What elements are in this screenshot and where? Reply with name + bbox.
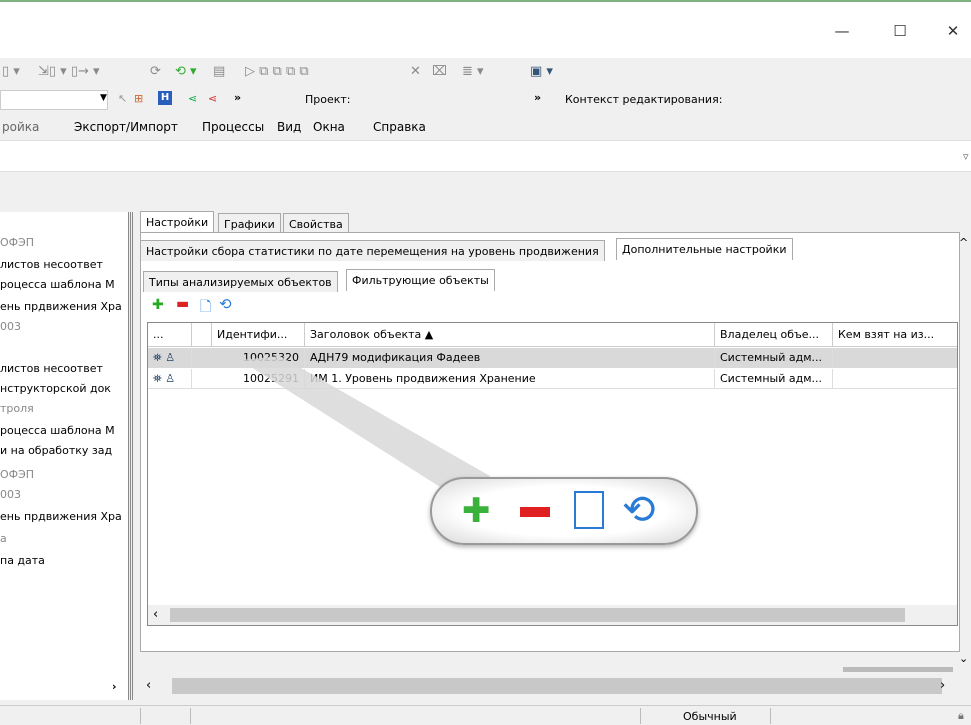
remove-icon-large <box>520 507 550 517</box>
scroll-right-arrow[interactable]: › <box>112 680 117 693</box>
more-icon[interactable]: » <box>234 91 241 104</box>
scroll-up-arrow[interactable]: ^ <box>959 236 968 249</box>
remove-icon[interactable]: ▬ <box>176 296 189 312</box>
title-bar <box>0 0 971 60</box>
sync-icon[interactable]: ⟲ ▾ <box>175 64 197 80</box>
form-icon[interactable]: ▤ <box>213 64 225 80</box>
menu-view[interactable]: Вид <box>277 120 301 134</box>
tree-item[interactable]: роцесса шаблона М <box>0 278 115 291</box>
panel-splitter[interactable] <box>128 212 134 700</box>
tree-item[interactable]: троля <box>0 402 34 415</box>
more-icon-2[interactable]: » <box>534 91 541 104</box>
combo-box[interactable] <box>0 90 108 110</box>
refresh-icon-large: ⟲ <box>622 487 656 533</box>
column-header-checked-out[interactable]: Кем взят на из... <box>833 323 957 347</box>
link-icon[interactable]: ⋖ <box>188 92 197 105</box>
maximize-button[interactable]: ☐ <box>890 22 910 40</box>
toolbar-icon-a[interactable]: ▯ ▾ <box>2 64 20 80</box>
refresh-icon[interactable]: ⟳ <box>150 64 161 80</box>
collapse-icon[interactable]: ▿ <box>963 150 969 163</box>
toolbar-main: ▯ ▾ ⇲▯ ▾ ▯→ ▾ ⟳ ⟲ ▾ ▤ ▷ ⧉ ⧉ ⧉ ⧉ ✕ ⌧ ≣ ▾ … <box>0 58 971 85</box>
tree-item[interactable]: роцесса шаблона М <box>0 424 115 437</box>
cell-owner: Системный адм... <box>715 369 833 389</box>
column-header-owner[interactable]: Владелец объе... <box>715 323 833 347</box>
menu-export-import[interactable]: Экспорт/Импорт <box>74 120 178 134</box>
close-button[interactable]: ✕ <box>943 22 963 40</box>
tree-item[interactable]: а <box>0 532 7 545</box>
refresh-icon-small[interactable]: ⟲ <box>219 295 232 313</box>
address-bar <box>0 140 971 172</box>
status-divider <box>640 708 641 724</box>
tree-item[interactable]: ень прдвижения Хра <box>0 510 122 523</box>
scroll-thumb-2[interactable] <box>172 678 942 694</box>
menu-processes[interactable]: Процессы <box>202 120 264 134</box>
tree-item[interactable]: и на обработку зад <box>0 444 112 457</box>
scroll-thumb[interactable] <box>170 608 905 622</box>
add-icon-large: ✚ <box>462 491 491 531</box>
status-bar: Обычный 🔒︎ <box>0 705 971 725</box>
hierarchy-icon[interactable]: ⊞ <box>134 92 143 105</box>
tab-additional-settings[interactable]: Дополнительные настройки <box>616 238 793 260</box>
new-document-icon-large <box>574 491 604 529</box>
unlink-icon[interactable]: ⋖ <box>208 92 217 105</box>
left-tree-panel: ОФЭП листов несоответ роцесса шаблона М … <box>0 212 128 700</box>
status-divider <box>190 708 191 724</box>
magnified-toolbar: ✚ ⟲ <box>430 477 698 545</box>
menu-windows[interactable]: Окна <box>313 120 345 134</box>
tree-item[interactable]: 003 <box>0 488 21 501</box>
tree-item[interactable]: па дата <box>0 554 45 567</box>
toolbar-secondary: ▼ ↖ ⊞ H ⋖ ⋖ » Проект: » Контекст редакти… <box>0 88 971 112</box>
clear-icon[interactable]: ⌧ <box>432 64 447 80</box>
tab-charts[interactable]: Графики <box>218 213 281 234</box>
doc-icons[interactable]: ▷ ⧉ ⧉ ⧉ ⧉ <box>245 64 309 80</box>
content-bottom-area <box>140 660 960 674</box>
chevron-down-icon[interactable]: ▼ <box>100 93 107 103</box>
status-divider <box>140 708 141 724</box>
tree-item[interactable]: ОФЭП <box>0 236 34 249</box>
tab-properties[interactable]: Свойства <box>283 213 349 234</box>
add-icon[interactable]: ✚ <box>152 297 164 313</box>
status-divider <box>770 708 771 724</box>
tab-filter-objects[interactable]: Фильтрующие объекты <box>346 269 495 291</box>
grid-horizontal-scrollbar[interactable]: ‹ <box>148 605 957 625</box>
cursor-icon[interactable]: ↖ <box>118 92 127 105</box>
tab-settings[interactable]: Настройки <box>140 211 215 233</box>
context-label: Контекст редактирования: <box>565 93 723 106</box>
menu-settings[interactable]: ройка <box>2 120 39 134</box>
new-document-icon[interactable]: 🗋 <box>200 296 211 320</box>
project-label: Проект: <box>305 93 351 106</box>
scroll-right-arrow-2[interactable]: › <box>940 678 945 693</box>
menu-help[interactable]: Справка <box>373 120 426 134</box>
mini-scroll-thumb[interactable] <box>843 667 953 672</box>
lock-icon: 🔒︎ <box>958 709 964 722</box>
menu-bar: ройка Экспорт/Импорт Процессы Вид Окна С… <box>0 116 971 138</box>
delete-icon[interactable]: ✕ <box>410 64 421 80</box>
tree-item[interactable]: ень прдвижения Хра <box>0 300 122 313</box>
tree-item[interactable]: листов несоответ <box>0 362 103 375</box>
main-horizontal-scrollbar[interactable]: ‹ › <box>140 676 960 696</box>
window-border <box>0 0 971 2</box>
monitor-icon[interactable]: ▣ ▾ <box>530 64 553 80</box>
tree-item[interactable]: нструкторской док <box>0 382 111 395</box>
tab-analyzed-types[interactable]: Типы анализируемых объектов <box>143 271 338 292</box>
h-icon[interactable]: H <box>158 91 172 105</box>
scroll-down-arrow[interactable]: ⌄ <box>959 652 968 665</box>
tab-statistics-settings[interactable]: Настройки сбора статистики по дате перем… <box>140 240 605 261</box>
tree-item[interactable]: 003 <box>0 320 21 333</box>
minimize-button[interactable]: — <box>832 22 852 40</box>
tree-item[interactable]: листов несоответ <box>0 258 103 271</box>
list-icon[interactable]: ≣ ▾ <box>462 64 484 80</box>
tree-item[interactable]: ОФЭП <box>0 468 34 481</box>
scroll-left-arrow-2[interactable]: ‹ <box>146 678 151 693</box>
toolbar-icon-b[interactable]: ⇲▯ ▾ ▯→ ▾ <box>38 64 100 80</box>
scroll-left-arrow[interactable]: ‹ <box>153 607 158 622</box>
status-mode: Обычный <box>683 710 737 723</box>
cell-owner: Системный адм... <box>715 348 833 368</box>
